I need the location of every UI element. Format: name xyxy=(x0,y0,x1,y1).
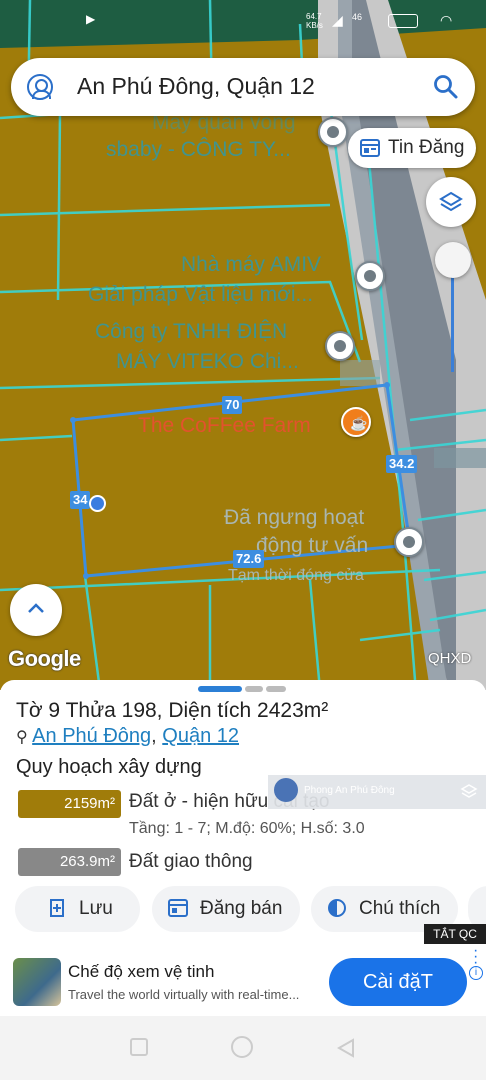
recent-apps-button[interactable] xyxy=(130,1038,148,1056)
ad-title: Chế độ xem vệ tinh xyxy=(68,962,215,981)
calendar-icon xyxy=(360,139,380,157)
current-location-dot xyxy=(89,495,106,512)
map-label: Giải pháp Vật liệu mới... xyxy=(88,283,314,306)
search-bar[interactable]: An Phú Đông, Quận 12 xyxy=(11,58,475,116)
layers-icon xyxy=(460,784,478,798)
layers-button[interactable] xyxy=(426,177,476,227)
location-pin-icon: ⚲ xyxy=(16,729,28,746)
account-icon[interactable] xyxy=(27,74,53,100)
app-screen: ▶ 64.7 KB/s ◢ 46 ◠ May quần vòng sbaby -… xyxy=(0,0,486,1080)
coffee-cup-icon: ☕ xyxy=(350,415,368,431)
land-use-swatch-residential: 2159m² xyxy=(18,790,121,818)
plan-heading: Quy hoạch xây dựng xyxy=(16,756,202,778)
ad-banner[interactable]: Chế độ xem vệ tinh Travel the world virt… xyxy=(0,943,486,1016)
contrast-icon xyxy=(328,899,346,917)
play-icon: ▶ xyxy=(86,12,96,26)
poi-pin[interactable] xyxy=(355,261,385,291)
poi-pin[interactable] xyxy=(318,117,348,147)
expand-button[interactable] xyxy=(10,584,62,636)
tin-dang-button[interactable]: Tin Đăng xyxy=(348,128,476,168)
district-link[interactable]: Quận 12 xyxy=(162,725,239,747)
tin-dang-label: Tin Đăng xyxy=(388,137,465,158)
avatar xyxy=(274,778,298,802)
sheet-handle[interactable] xyxy=(245,686,263,692)
map-label: sbaby - CÔNG TY... xyxy=(106,138,291,161)
poi-pin[interactable] xyxy=(394,527,424,557)
map-view[interactable]: ▶ 64.7 KB/s ◢ 46 ◠ May quần vòng sbaby -… xyxy=(0,0,486,690)
opacity-slider-knob[interactable] xyxy=(435,242,471,278)
battery-percent: 46 xyxy=(352,12,363,22)
save-button[interactable]: Lưu xyxy=(15,886,140,932)
wifi-icon: ◠ xyxy=(440,12,453,28)
parcel-title: Tờ 9 Thửa 198, Diện tích 2423m² xyxy=(16,699,329,722)
edge-length-top: 70 xyxy=(222,396,243,414)
legend-label: Chú thích xyxy=(359,898,441,919)
system-nav-bar xyxy=(0,1016,486,1080)
save-label: Lưu xyxy=(79,898,113,919)
search-query[interactable]: An Phú Đông, Quận 12 xyxy=(77,73,315,100)
ad-menu-icon[interactable]: · · · xyxy=(473,943,478,971)
location-separator: , xyxy=(151,725,163,747)
map-label-coffee: The CoFFee Farm xyxy=(138,414,311,437)
bookmark-add-icon xyxy=(50,899,64,917)
land-use-detail: Tầng: 1 - 7; M.độ: 60%; H.số: 3.0 xyxy=(129,820,365,837)
status-bar: ▶ 64.7 KB/s ◢ 46 ◠ xyxy=(0,8,486,36)
parcel-location: ⚲ An Phú Đông, Quận 12 xyxy=(16,725,239,748)
map-label: Nhà máy AMIV xyxy=(181,253,322,276)
land-use-swatch-road: 263.9m² xyxy=(18,848,121,876)
battery-icon xyxy=(388,14,418,28)
map-label: Công ty TNHH ĐIỆN xyxy=(95,320,288,343)
post-sale-label: Đăng bán xyxy=(200,898,283,919)
sheet-handle-active[interactable] xyxy=(198,686,242,692)
ward-link[interactable]: An Phú Đông xyxy=(32,725,151,747)
google-logo: Google xyxy=(8,646,81,671)
close-ad-button[interactable]: TẮT QC xyxy=(424,924,486,944)
map-label: Đã ngưng hoạt xyxy=(224,506,365,529)
install-button[interactable]: Cài đặT xyxy=(329,958,467,1006)
edge-length-left: 34 xyxy=(70,491,91,509)
network-speed: 64.7 KB/s xyxy=(306,12,323,30)
calendar-icon xyxy=(168,899,188,917)
ad-app-icon xyxy=(13,958,61,1006)
edge-length-bottom: 72.6 xyxy=(233,550,265,568)
post-sale-button[interactable]: Đăng bán xyxy=(152,886,300,932)
overlay-banner[interactable]: Phong An Phú Đông xyxy=(268,775,486,809)
search-icon[interactable] xyxy=(433,74,459,100)
coffee-pin[interactable]: ☕ xyxy=(341,407,371,437)
back-button[interactable] xyxy=(336,1038,356,1058)
map-label: MÁY VITEKO Chi... xyxy=(116,350,299,373)
ad-subtitle: Travel the world virtually with real-tim… xyxy=(68,987,300,1002)
ad-info-icon[interactable]: i xyxy=(469,966,483,980)
edge-length-right: 34.2 xyxy=(386,455,418,473)
signal-icon: ◢ xyxy=(332,12,343,28)
home-button[interactable] xyxy=(231,1036,253,1058)
land-use-label: Đất giao thông xyxy=(129,851,253,872)
layers-icon xyxy=(439,191,463,212)
layer-code: QHXD xyxy=(428,650,472,667)
map-label: động tư vấn xyxy=(256,534,369,557)
poi-pin[interactable] xyxy=(325,331,355,361)
banner-text: Phong An Phú Đông xyxy=(304,785,395,796)
chevron-up-icon xyxy=(28,603,44,613)
parcel-info-sheet[interactable]: Tờ 9 Thửa 198, Diện tích 2423m² ⚲ An Phú… xyxy=(0,680,486,940)
sheet-handle[interactable] xyxy=(266,686,286,692)
